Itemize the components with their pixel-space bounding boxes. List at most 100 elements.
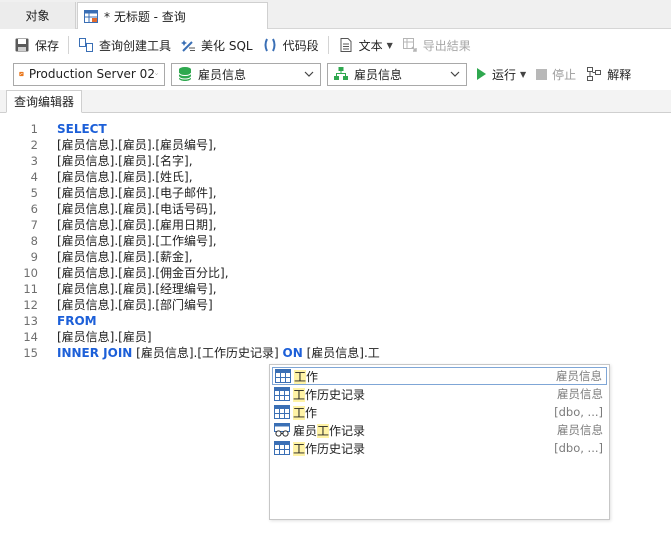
line-number: 6 [30,202,38,216]
connection-toolbar: Production Server 02 雇员信息 雇员信息 运行 ▼ 停止 解… [0,60,671,88]
autocomplete-item[interactable]: 雇员工作记录 雇员信息 [272,421,607,439]
query-builder-button[interactable]: 查询创建工具 [78,37,171,54]
autocomplete-item-schema: 雇员信息 [557,423,603,437]
code-line[interactable]: 2 [雇员信息].[雇员].[雇员编号], [0,137,671,153]
name-suffix: 作历史记录 [305,387,366,402]
table-icon [274,441,290,455]
chevron-down-icon: ▼ [386,40,393,50]
autocomplete-item[interactable]: 工作 雇员信息 [272,367,607,385]
sql-keyword: ON [282,346,303,360]
export-results-button[interactable]: 导出結果 [402,37,471,54]
tab-objects[interactable]: 对象 [0,2,76,29]
line-number: 13 [23,314,38,328]
code-line[interactable]: 8 [雇员信息].[雇员].[工作编号], [0,233,671,249]
sql-identifier: [雇员信息].[雇员].[薪金], [57,250,193,264]
beautify-sql-button[interactable]: 美化 SQL [180,37,253,54]
server-connection-icon [19,71,24,77]
autocomplete-item[interactable]: 工作历史记录 [dbo, ...] [272,439,607,457]
code-text: [雇员信息].[雇员].[电话号码], [57,201,220,217]
sql-identifier: [雇员信息].[雇员].[名字], [57,154,193,168]
toolbar-divider [68,36,70,54]
text-output-button[interactable]: 文本 ▼ [338,37,393,54]
beautify-sql-label: 美化 SQL [201,38,253,53]
code-line[interactable]: 9 [雇员信息].[雇员].[薪金], [0,249,671,265]
sql-identifier: [雇员信息].[雇员].[经理编号], [57,282,217,296]
code-text: [雇员信息].[雇员].[经理编号], [57,281,220,297]
autocomplete-item[interactable]: 工作历史记录 雇员信息 [272,385,607,403]
code-line[interactable]: 12 [雇员信息].[雇员].[部门编号] [0,297,671,313]
code-line[interactable]: 5 [雇员信息].[雇员].[电子邮件], [0,185,671,201]
line-number: 14 [23,330,38,344]
match-highlight: 工 [293,441,306,456]
code-line[interactable]: 7 [雇员信息].[雇员].[雇用日期], [0,217,671,233]
line-number: 11 [23,282,38,296]
code-line[interactable]: 14 [雇员信息].[雇员] [0,329,671,345]
code-text: SELECT [57,121,111,137]
code-snippet-icon [264,38,276,52]
view-icon [274,423,290,437]
sql-identifier: [雇员信息].[雇员].[电话号码], [57,202,217,216]
match-highlight: 工 [317,423,330,438]
tab-query-untitled[interactable]: * 无标题 - 查询 [77,2,268,29]
code-text: [雇员信息].[雇员].[工作编号], [57,233,220,249]
name-suffix: 作 [306,369,319,384]
code-text: FROM [57,313,100,329]
code-line[interactable]: 15 INNER JOIN [雇员信息].[工作历史记录] ON [雇员信息].工 [0,345,671,361]
sql-identifier: [雇员信息].[雇员].[电子邮件], [57,186,217,200]
code-line[interactable]: 6 [雇员信息].[雇员].[电话号码], [0,201,671,217]
schema-select[interactable]: 雇员信息 [327,62,467,86]
query-builder-icon [79,38,94,52]
code-text: [雇员信息].[雇员].[部门编号] [57,297,217,313]
line-number: 8 [30,234,38,248]
database-icon [178,67,192,81]
code-line[interactable]: 3 [雇员信息].[雇员].[名字], [0,153,671,169]
autocomplete-item-name: 工作 [294,368,556,385]
autocomplete-popup: 工作 雇员信息 工作历史记录 雇员信息 工作 [dbo, ...] 雇员工作记录 雇员信息 工作… [269,364,610,520]
code-snippet-button[interactable]: 代码段 [262,37,319,54]
code-text: [雇员信息].[雇员].[佣金百分比], [57,265,232,281]
database-select[interactable]: 雇员信息 [171,62,321,86]
text-output-label: 文本 [358,38,383,53]
code-line[interactable]: 13 FROM [0,313,671,329]
database-value: 雇员信息 [198,67,247,82]
main-toolbar: 保存 查询创建工具 美化 SQL 代码段 文本 ▼ 导出結果 [0,30,671,60]
chevron-down-icon [450,71,460,77]
code-snippet-label: 代码段 [282,38,319,53]
sql-identifier: [雇员信息].[工作历史记录] [136,346,279,360]
match-highlight: 工 [294,369,307,384]
stop-label: 停止 [552,67,577,82]
tab-query-editor[interactable]: 查询编辑器 [6,90,83,113]
code-line[interactable]: 1 SELECT [0,121,671,137]
export-results-label: 导出結果 [422,38,471,53]
query-builder-label: 查询创建工具 [99,38,172,53]
code-text: [雇员信息].[雇员] [57,329,155,345]
match-highlight: 工 [293,387,306,402]
query-table-icon [84,9,98,23]
code-line[interactable]: 10 [雇员信息].[雇员].[佣金百分比], [0,265,671,281]
code-line[interactable]: 11 [雇员信息].[雇员].[经理编号], [0,281,671,297]
match-highlight: 工 [293,405,306,420]
explain-button[interactable]: 解释 [586,66,631,83]
autocomplete-item-schema: 雇员信息 [557,387,603,401]
chevron-down-icon [155,73,158,75]
autocomplete-item-schema: 雇员信息 [556,369,602,383]
save-button[interactable]: 保存 [14,37,59,54]
tab-query-label: * 无标题 - 查询 [104,9,186,24]
sql-keyword: FROM [57,314,97,328]
line-number: 5 [30,186,38,200]
export-icon [402,38,417,52]
code-line[interactable]: 4 [雇员信息].[雇员].[姓氏], [0,169,671,185]
sql-identifier: [雇员信息].[雇员].[姓氏], [57,170,193,184]
connection-select[interactable]: Production Server 02 [13,62,165,86]
autocomplete-item[interactable]: 工作 [dbo, ...] [272,403,607,421]
sql-identifier: [雇员信息].[雇员] [57,330,152,344]
line-number: 9 [30,250,38,264]
run-button[interactable]: 运行 ▼ [477,66,526,83]
explain-icon [587,67,602,81]
stop-button[interactable]: 停止 [536,66,576,83]
name-suffix: 作记录 [329,423,366,438]
sql-identifier: [雇员信息].[雇员].[雇员编号], [57,138,217,152]
play-icon [477,68,486,80]
tab-objects-label: 对象 [25,9,50,23]
table-icon [274,405,290,419]
